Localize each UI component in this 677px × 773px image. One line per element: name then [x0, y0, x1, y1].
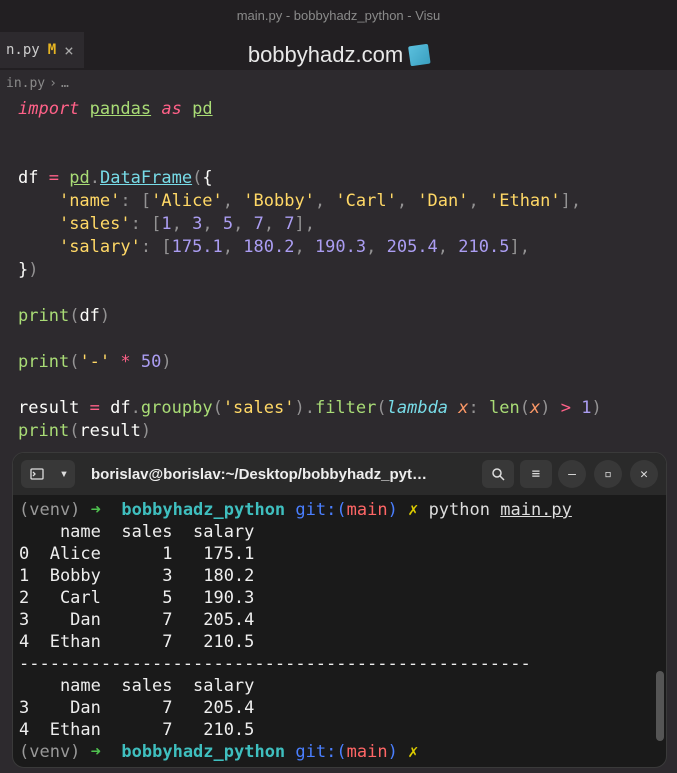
- breadcrumb-file: in.py: [6, 76, 45, 91]
- title-bar: main.py - bobbyhadz_python - Visu: [0, 0, 677, 30]
- terminal-dropdown-button[interactable]: ▾: [53, 460, 75, 488]
- close-button[interactable]: ✕: [630, 460, 658, 488]
- terminal-search-button[interactable]: [482, 460, 514, 488]
- terminal-icon: [30, 467, 44, 481]
- scroll-thumb[interactable]: [656, 671, 664, 741]
- file-tab[interactable]: n.py M ×: [0, 32, 84, 68]
- terminal-window: ▾ borislav@borislav:~/Desktop/bobbyhadz_…: [12, 452, 667, 768]
- tab-filename: n.py: [6, 42, 40, 58]
- terminal-new-tab-button[interactable]: [21, 460, 53, 488]
- terminal-scrollbar[interactable]: [656, 501, 664, 761]
- terminal-title: borislav@borislav:~/Desktop/bobbyhadz_py…: [81, 466, 476, 483]
- code-editor[interactable]: import pandas as pd df = pd.DataFrame({ …: [0, 96, 677, 445]
- watermark: bobbyhadz.com: [248, 42, 429, 68]
- window-title: main.py - bobbyhadz_python - Visu: [237, 8, 441, 23]
- terminal-body[interactable]: (venv) ➜ bobbyhadz_python git:(main) ✗ p…: [13, 495, 666, 767]
- modified-indicator: M: [48, 42, 56, 58]
- terminal-menu-button[interactable]: ≡: [520, 460, 552, 488]
- search-icon: [491, 467, 505, 481]
- terminal-header: ▾ borislav@borislav:~/Desktop/bobbyhadz_…: [13, 453, 666, 495]
- close-tab-icon[interactable]: ×: [64, 41, 74, 60]
- watermark-text: bobbyhadz.com: [248, 42, 403, 68]
- cube-icon: [408, 44, 431, 67]
- maximize-button[interactable]: ▫: [594, 460, 622, 488]
- minimize-button[interactable]: —: [558, 460, 586, 488]
- breadcrumb-dots: …: [61, 76, 69, 91]
- breadcrumb-sep: ›: [49, 76, 57, 91]
- breadcrumb[interactable]: in.py › …: [0, 70, 677, 96]
